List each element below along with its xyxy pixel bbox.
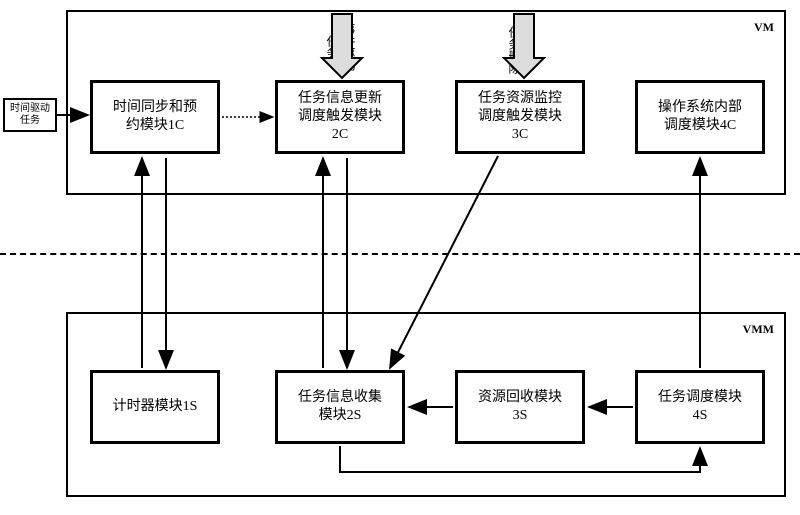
module-1c: 时间同步和预 约模块1C <box>90 80 220 154</box>
container-vmm-label: VMM <box>743 322 774 337</box>
top-label-task-deletion: 任务删除 <box>506 24 523 76</box>
module-1s-label: 计时器模块1S <box>113 398 198 416</box>
vm-vmm-divider <box>0 253 800 255</box>
module-2s-label: 任务信息收集 模块2S <box>298 389 382 425</box>
module-3c-label: 任务资源监控 调度触发模块 3C <box>478 90 562 145</box>
module-1s: 计时器模块1S <box>90 370 220 444</box>
module-4s: 任务调度模块 4S <box>635 370 765 444</box>
module-3s: 资源回收模块 3S <box>455 370 585 444</box>
module-4s-label: 任务调度模块 4S <box>658 389 742 425</box>
module-3s-label: 资源回收模块 3S <box>478 389 562 425</box>
module-3c: 任务资源监控 调度触发模块 3C <box>455 80 585 154</box>
module-2c-label: 任务信息更新 调度触发模块 2C <box>298 90 382 145</box>
container-vm-label: VM <box>754 20 774 35</box>
module-2c: 任务信息更新 调度触发模块 2C <box>275 80 405 154</box>
top-label-event-driven: 事件驱动任务 <box>324 18 358 76</box>
module-4c-label: 操作系统内部 调度模块4C <box>658 99 742 135</box>
module-4c: 操作系统内部 调度模块4C <box>635 80 765 154</box>
external-label: 时间驱动任务 <box>7 103 53 127</box>
module-1c-label: 时间同步和预 约模块1C <box>113 99 197 135</box>
external-time-driven-task: 时间驱动任务 <box>3 98 57 132</box>
module-2s: 任务信息收集 模块2S <box>275 370 405 444</box>
